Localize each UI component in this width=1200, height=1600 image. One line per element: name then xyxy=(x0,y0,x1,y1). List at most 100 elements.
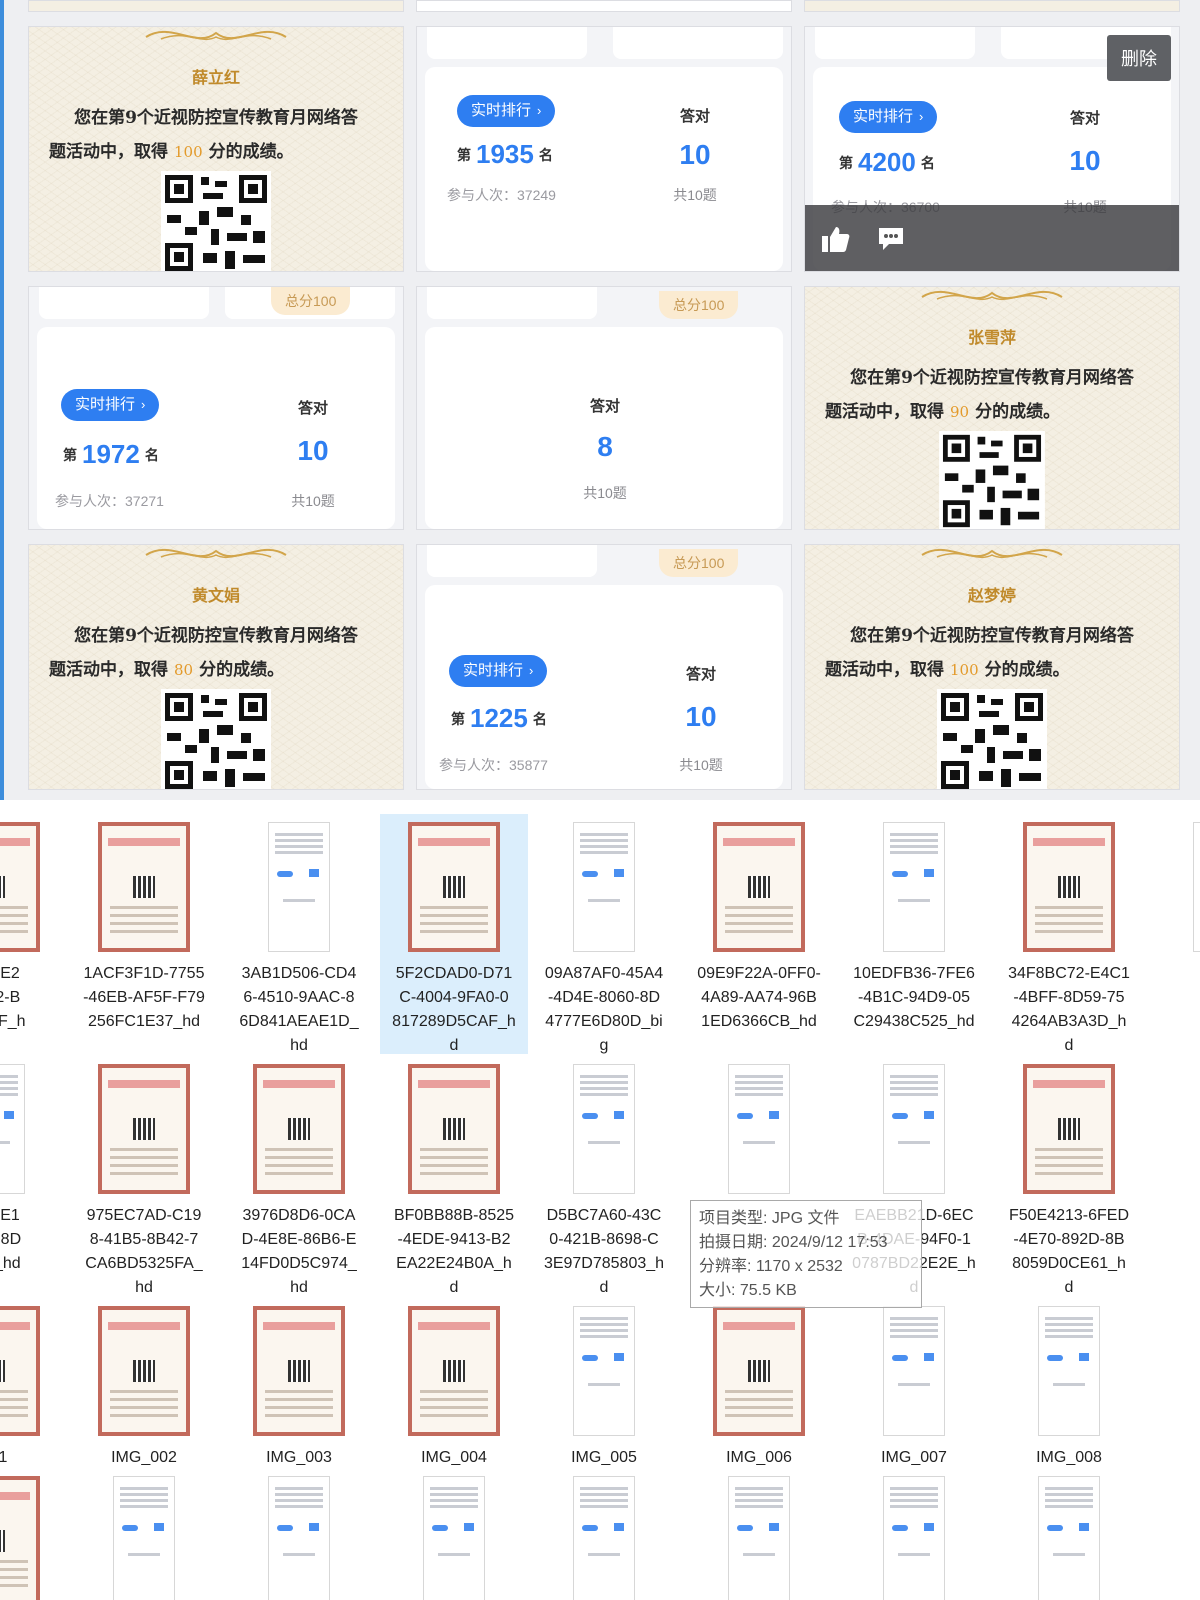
file-item[interactable]: 09E9F22A-0FF0- 4A89-AA74-96B 1ED6366CB_h… xyxy=(685,814,833,1054)
certificate-thumbnail xyxy=(0,1476,40,1600)
result-tile-hovered[interactable]: 实时排行› 第4200名 参与人次：36700 答对 10 共10题 删除 xyxy=(804,26,1180,272)
screenshot-thumbnail xyxy=(268,822,330,952)
delete-button[interactable]: 删除 xyxy=(1107,35,1171,81)
file-name: 34F8BC72-E4C1 -4BFF-8D59-75 4264AB3A3D_h… xyxy=(1008,965,1130,1054)
file-name: 57-6E2 99F2-B 0212F_h xyxy=(0,965,26,1030)
realtime-rank-button[interactable]: 实时排行 › xyxy=(61,389,160,421)
certificate-text: 您在第9个近视防控宣传教育月网络答 xyxy=(74,626,358,646)
certificate-thumbnail xyxy=(98,1306,190,1436)
recipient-name: 黄文娟 xyxy=(191,586,240,605)
screenshot-thumbnail xyxy=(423,1476,485,1600)
realtime-rank-button[interactable]: 实时排行 › xyxy=(839,101,938,133)
gallery-tile-partial[interactable] xyxy=(804,0,1180,12)
realtime-rank-button[interactable]: 实时排行 › xyxy=(449,655,548,687)
rank-text: 第 1935 名 xyxy=(457,139,553,169)
file-item[interactable] xyxy=(380,1468,528,1600)
gallery-tile-partial[interactable] xyxy=(28,0,404,12)
result-tile[interactable]: 总分100 答对 8 共10题 xyxy=(416,286,792,530)
ornament-icon xyxy=(145,548,287,559)
rank-number: 1972 xyxy=(82,439,140,469)
certificate-score: 100 xyxy=(174,143,203,161)
answered-label: 答对 xyxy=(589,398,620,415)
screenshot-thumbnail xyxy=(883,1064,945,1194)
total-score-badge: 总分100 xyxy=(659,291,739,319)
qr-code-icon xyxy=(161,689,271,789)
screenshot-thumbnail xyxy=(268,1476,330,1600)
gallery-tile-partial[interactable] xyxy=(416,0,792,12)
qr-code-icon xyxy=(937,689,1047,789)
total-questions: 共10题 xyxy=(679,757,723,773)
file-explorer: 57-6E2 99F2-B 0212F_h 1ACF3F1D-7755 -46EB… xyxy=(0,800,1200,1600)
file-item[interactable]: D5BC7A60-43C 0-421B-8698-C 3E97D785803_h… xyxy=(530,1056,678,1296)
file-item[interactable] xyxy=(0,1468,68,1600)
file-name: IMG_005 xyxy=(571,1449,637,1466)
file-item[interactable] xyxy=(70,1468,218,1600)
correct-count: 8 xyxy=(597,431,613,462)
file-item[interactable]: 5F2CDAD0-D71 C-4004-9FA0-0 817289D5CAF_h… xyxy=(380,814,528,1054)
file-item[interactable]: 87 -4 0D xyxy=(1150,814,1200,1054)
recipient-name: 薛立红 xyxy=(191,68,240,87)
certificate-thumbnail xyxy=(253,1064,345,1194)
file-item[interactable]: 34F8BC72-E4C1 -4BFF-8D59-75 4264AB3A3D_h… xyxy=(995,814,1143,1054)
screenshot-thumbnail xyxy=(883,1476,945,1600)
ornament-icon xyxy=(145,30,287,41)
certificate-thumbnail xyxy=(408,1306,500,1436)
result-tile[interactable]: 总分100 实时排行 › 第 1225 名 参与人次：35877 答对 10 共10题 xyxy=(416,544,792,790)
certificate-tile[interactable]: 薛立红 您在第9个近视防控宣传教育月网络答 题活动中，取得 100 分的成绩。 xyxy=(28,26,404,272)
certificate-thumbnail xyxy=(1023,822,1115,952)
certificate-thumbnail xyxy=(713,822,805,952)
correct-count: 10 xyxy=(297,435,329,466)
rank-text: 第 1972 名 xyxy=(63,439,159,469)
file-name: 1ACF3F1D-7755 -46EB-AF5F-F79 256FC1E37_h… xyxy=(83,965,205,1030)
certificate-tile[interactable]: 黄文娟 您在第9个近视防控宣传教育月网络答 题活动中，取得 80 分的成绩。 xyxy=(28,544,404,790)
file-item[interactable]: F50E4213-6FED -4E70-892D-8B 8059D0CE61_h… xyxy=(995,1056,1143,1296)
rank-number: 4200 xyxy=(858,147,916,177)
result-tile[interactable]: 实时排行 › 第 1935 名 参与人次：37249 答对 10 共10题 xyxy=(416,26,792,272)
recipient-name: 赵梦婷 xyxy=(967,586,1016,605)
file-name: 09A87AF0-45A4 -4D4E-8060-8D 4777E6D80D_b… xyxy=(544,965,664,1054)
thumbs-up-icon[interactable] xyxy=(821,225,851,253)
file-name: 87 -4 0D xyxy=(1150,962,1200,1034)
rank-number: 1225 xyxy=(470,703,528,733)
file-item[interactable]: 1ACF3F1D-7755 -46EB-AF5F-F79 256FC1E37_h… xyxy=(70,814,218,1054)
window-edge xyxy=(0,0,4,800)
screenshot-thumbnail xyxy=(573,822,635,952)
file-name: 001 xyxy=(0,1449,8,1466)
file-name: IMG_002 xyxy=(111,1449,177,1466)
certificate-thumbnail xyxy=(713,1306,805,1436)
certificate-thumbnail xyxy=(1023,1064,1115,1194)
file-name: D5BC7A60-43C 0-421B-8698-C 3E97D785803_h… xyxy=(543,1207,665,1296)
result-tile[interactable]: 总分100 实时排行 › 第 1972 名 参与人次：37271 答对 10 共10题 xyxy=(28,286,404,530)
file-item[interactable]: 975EC7AD-C19 8-41B5-8B42-7 CA6BD5325FA_ … xyxy=(70,1056,218,1296)
file-item[interactable]: 9-61E1 E05-8D 819_hd xyxy=(0,1056,68,1296)
realtime-rank-button[interactable]: 实时排行 › xyxy=(457,95,556,127)
file-item[interactable]: 09A87AF0-45A4 -4D4E-8060-8D 4777E6D80D_b… xyxy=(530,814,678,1054)
certificate-text: 题活动中，取得 100 分的成绩。 xyxy=(49,142,294,162)
comment-icon[interactable] xyxy=(877,225,905,253)
answered-label: 答对 xyxy=(685,666,716,683)
file-item[interactable] xyxy=(685,1468,833,1600)
screenshot-thumbnail xyxy=(573,1064,635,1194)
file-item[interactable]: 3976D8D6-0CA D-4E8E-86B6-E 14FD0D5C974_ … xyxy=(225,1056,373,1296)
file-item[interactable] xyxy=(530,1468,678,1600)
certificate-tile[interactable]: 赵梦婷 您在第9个近视防控宣传教育月网络答 题活动中，取得 100 分的成绩。 xyxy=(804,544,1180,790)
file-item[interactable]: 3AB1D506-CD4 6-4510-9AAC-8 6D841AEAE1D_ … xyxy=(225,814,373,1054)
certificate-thumbnail xyxy=(408,1064,500,1194)
screenshot-thumbnail xyxy=(1193,822,1200,952)
rank-text: 第 4200 名 xyxy=(839,147,935,177)
file-item[interactable]: 57-6E2 99F2-B 0212F_h xyxy=(0,814,68,1054)
file-item[interactable]: 10EDFB36-7FE6 -4B1C-94D9-05 C29438C525_h… xyxy=(840,814,988,1054)
certificate-score: 80 xyxy=(174,661,194,679)
certificate-thumbnail xyxy=(0,1306,40,1436)
file-item[interactable] xyxy=(225,1468,373,1600)
file-item[interactable] xyxy=(995,1468,1143,1600)
screenshot-thumbnail xyxy=(728,1476,790,1600)
certificate-tile[interactable]: 张雪萍 您在第9个近视防控宣传教育月网络答 题活动中，取得 90 分的成绩。 xyxy=(804,286,1180,530)
file-item[interactable] xyxy=(840,1468,988,1600)
file-name: 9-61E1 E05-8D 819_hd xyxy=(0,1207,22,1272)
certificate-text: 题活动中，取得 90 分的成绩。 xyxy=(825,402,1061,422)
certificate-thumbnail xyxy=(253,1306,345,1436)
certificate-thumbnail xyxy=(98,1064,190,1194)
file-item[interactable]: BF0BB88B-8525 -4EDE-9413-B2 EA22E24B0A_h… xyxy=(380,1056,528,1296)
certificate-text: 您在第9个近视防控宣传教育月网络答 xyxy=(74,108,358,128)
